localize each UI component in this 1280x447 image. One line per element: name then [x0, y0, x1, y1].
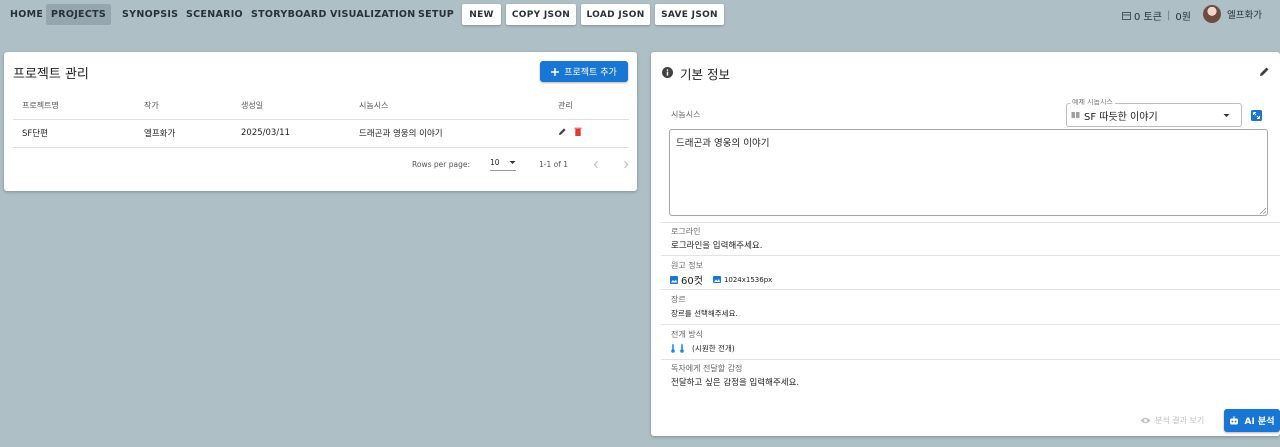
chevron-down-icon [509, 158, 516, 167]
book-icon [1071, 111, 1080, 119]
image-icon [670, 275, 678, 284]
development-value: (시원한 전개) [692, 344, 735, 353]
nav-projects[interactable]: PROJECTS [46, 4, 111, 25]
ai-analysis-label: AI 분석 [1244, 417, 1275, 427]
genre-value[interactable]: 장르를 선택해주세요. [671, 308, 738, 319]
column-header-synopsis: 시놉시스 [350, 92, 549, 120]
example-synopsis-label: 예제 시놉시스 [1070, 99, 1115, 105]
project-synopsis: 드래곤과 영웅의 이야기 [350, 119, 549, 148]
development-value-row[interactable]: (시원한 전개) [671, 343, 735, 354]
resize-handle-icon[interactable] [1260, 208, 1266, 214]
username: 엘프화가 [1227, 10, 1262, 21]
manuscript-info[interactable]: 60컷 1024x1536px [670, 272, 772, 287]
logline-value[interactable]: 로그라인을 입력해주세요. [671, 239, 762, 251]
won-balance: 0원 [1175, 12, 1191, 23]
analysis-result-button[interactable]: 분석 결과 보기 [1140, 415, 1204, 426]
table-header-row: 프로젝트명 작가 생성일 시놉시스 관리 [13, 92, 629, 120]
project-author: 엘프화가 [135, 119, 232, 148]
rows-per-page-value: 10 [490, 158, 500, 167]
divider [661, 324, 1280, 325]
load-json-button[interactable]: LOAD JSON [581, 4, 650, 25]
column-header-date: 생성일 [232, 92, 350, 120]
analysis-result-label: 분석 결과 보기 [1155, 416, 1205, 425]
manuscript-label: 원고 정보 [671, 261, 703, 270]
robot-icon [1229, 416, 1239, 425]
table-pagination: Rows per page: 10 1-1 of 1 [412, 158, 629, 171]
synopsis-label: 시놉시스 [671, 110, 701, 119]
divider [661, 255, 1280, 256]
divider [661, 222, 1280, 223]
column-header-author: 작가 [135, 92, 232, 120]
emotion-label: 독자에게 전달할 감정 [671, 364, 743, 373]
edit-icon[interactable] [1259, 66, 1270, 77]
basic-info-title: 기본 정보 [680, 67, 730, 82]
divider [661, 289, 1280, 290]
development-label: 전개 방식 [671, 330, 703, 339]
previous-page-icon[interactable] [593, 160, 599, 169]
project-name[interactable]: SF단편 [13, 119, 135, 148]
add-project-label: 프로젝트 추가 [564, 68, 617, 78]
info-icon [662, 67, 673, 78]
edit-icon[interactable] [558, 127, 567, 136]
basic-info-card: 기본 정보 시놉시스 SF 따듯한 이야기 예제 시놉시스 드래곤과 영웅의 이… [651, 52, 1280, 436]
avatar [1203, 5, 1221, 23]
synopsis-textarea[interactable]: 드래곤과 영웅의 이야기 [669, 129, 1268, 216]
column-header-name: 프로젝트명 [13, 92, 135, 120]
example-synopsis-select[interactable]: SF 따듯한 이야기 [1066, 103, 1242, 127]
rows-per-page-select[interactable]: 10 [490, 158, 516, 171]
nav-setup[interactable]: SETUP [408, 4, 464, 25]
project-date: 2025/03/11 [232, 119, 350, 148]
copy-json-button[interactable]: COPY JSON [506, 4, 576, 25]
resolution: 1024x1536px [723, 275, 773, 284]
table-row[interactable]: SF단편 엘프화가 2025/03/11 드래곤과 영웅의 이야기 [13, 119, 629, 148]
delete-icon[interactable] [574, 127, 582, 136]
token-icon [1122, 11, 1131, 20]
balance-separator: | [1166, 10, 1171, 21]
next-page-icon[interactable] [623, 160, 629, 169]
save-json-button[interactable]: SAVE JSON [655, 4, 724, 25]
project-table: 프로젝트명 작가 생성일 시놉시스 관리 SF단편 엘프화가 2025/03/1… [13, 92, 629, 148]
token-balance: 0 토큰 | 0원 [1122, 8, 1191, 23]
user-menu[interactable]: 엘프화가 [1203, 5, 1262, 23]
top-navigation-bar: HOME PROJECTS SYNOPSIS SCENARIO STORYBOA… [0, 0, 1280, 30]
page-title: 프로젝트 관리 [13, 67, 89, 82]
plus-icon [551, 67, 560, 76]
column-header-actions: 관리 [549, 92, 629, 120]
ai-analysis-button[interactable]: AI 분석 [1224, 409, 1280, 432]
expand-icon[interactable] [1251, 110, 1262, 121]
divider [661, 359, 1280, 360]
project-management-card: 프로젝트 관리 프로젝트 추가 프로젝트명 작가 생성일 시놉시스 관리 SF단… [4, 52, 637, 191]
chevron-down-icon [1223, 113, 1230, 118]
token-count: 0 토큰 [1134, 12, 1162, 23]
emotion-value[interactable]: 전달하고 싶은 감정을 입력해주세요. [671, 376, 799, 388]
logline-label: 로그라인 [671, 227, 701, 236]
example-synopsis-value: SF 따듯한 이야기 [1084, 111, 1158, 123]
pagination-range: 1-1 of 1 [539, 160, 569, 169]
rows-per-page-label: Rows per page: [412, 160, 470, 169]
eye-icon [1140, 417, 1151, 424]
row-actions [549, 119, 629, 148]
add-project-button[interactable]: 프로젝트 추가 [540, 61, 628, 82]
cut-count: 60컷 [681, 276, 703, 287]
thermometer-icon [671, 344, 685, 353]
photo-size-icon [712, 276, 721, 283]
genre-label: 장르 [671, 295, 686, 304]
new-button[interactable]: NEW [462, 4, 501, 25]
synopsis-text: 드래곤과 영웅의 이야기 [676, 138, 770, 149]
